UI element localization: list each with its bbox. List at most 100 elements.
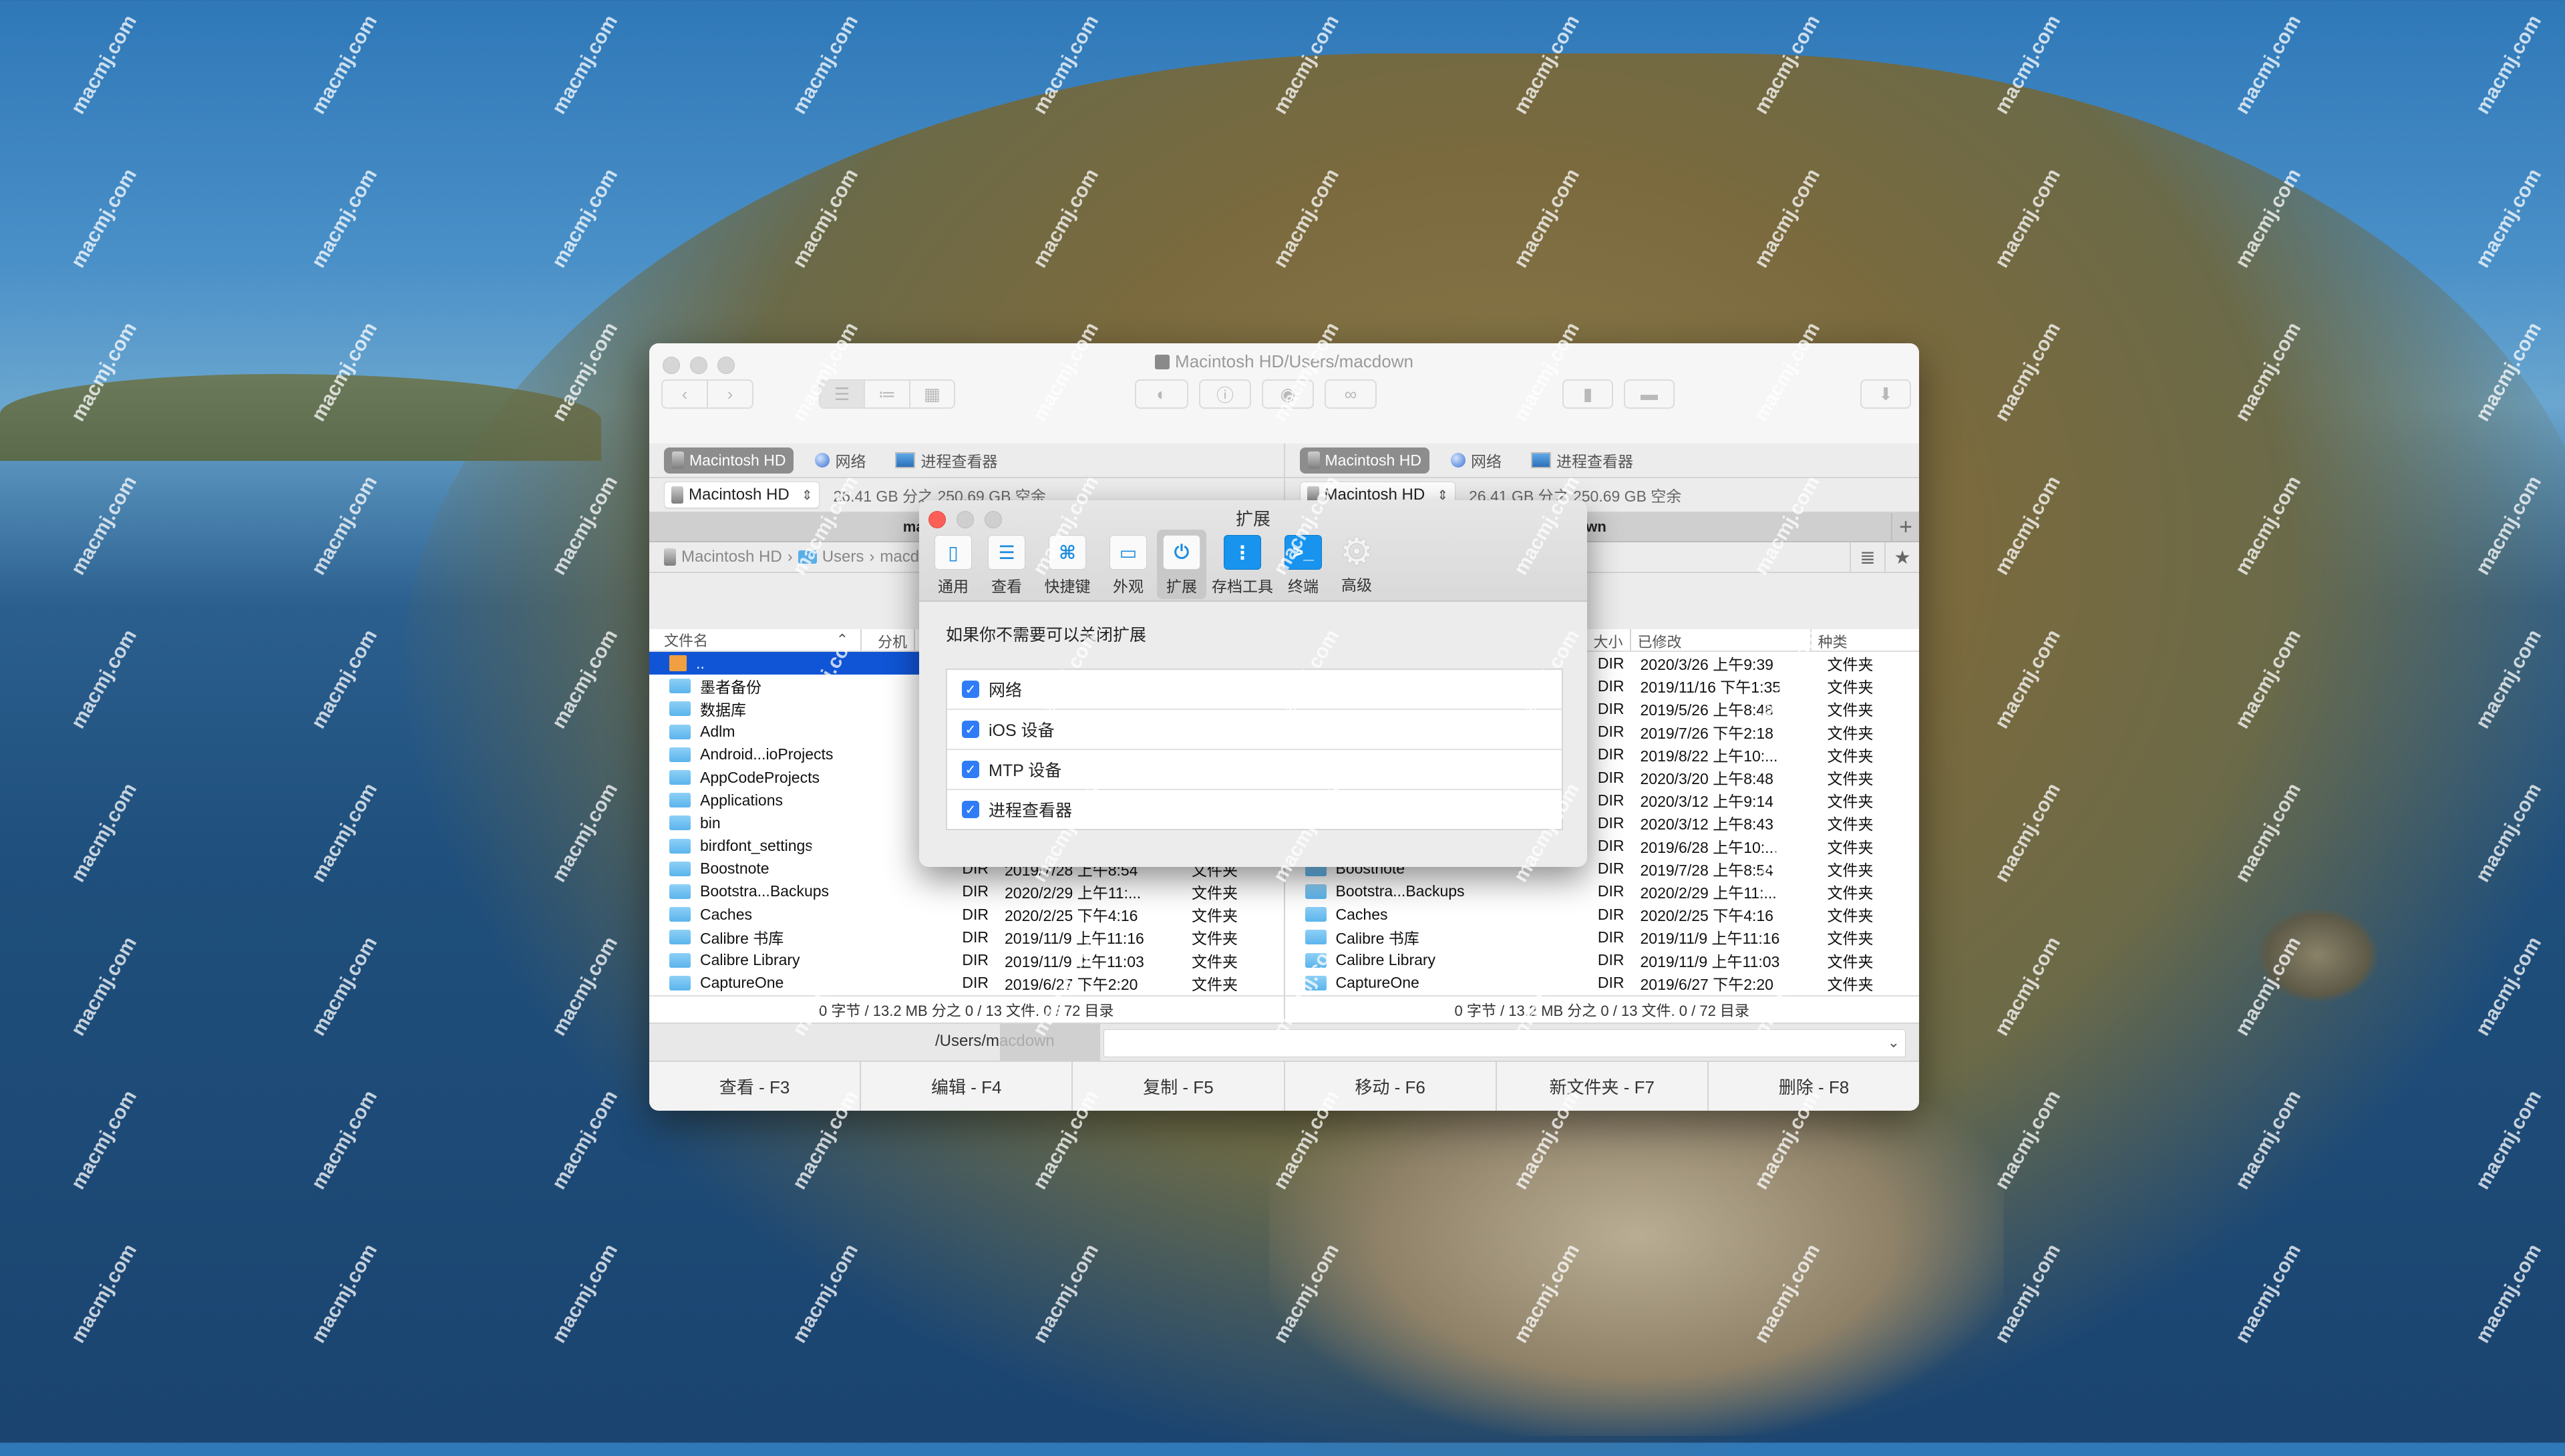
table-row[interactable]: Calibre Library DIR 2019/11/9 上午11:03 文件夹 [1285,948,1920,971]
extension-checkbox[interactable]: ✓ [962,761,979,778]
breadcrumb-item[interactable]: Users [822,548,864,566]
device-tab-process-viewer[interactable]: 进程查看器 [1523,445,1641,476]
table-row[interactable]: Bootstra...Backups DIR 2020/2/29 上午11:... 文… [649,880,1284,903]
command-input[interactable]: ⌄ [1103,1029,1906,1057]
info-button[interactable]: ⓘ [1199,379,1251,409]
device-tab-macintosh-hd[interactable]: Macintosh HD [664,447,794,474]
table-row[interactable]: Caches DIR 2020/2/25 下午4:16 文件夹 [649,903,1284,926]
file-kind: 文件夹 [1827,656,1874,674]
extension-checkbox[interactable]: ✓ [962,801,979,818]
file-kind: 文件夹 [1827,679,1874,697]
file-name: bin [700,813,721,832]
file-modified: 2019/7/26 下午2:18 [1640,724,1773,742]
folder-icon [669,793,691,808]
file-kind: 文件夹 [1827,701,1874,719]
detail-view-button[interactable]: ≔ [865,381,910,407]
file-kind: 文件夹 [1827,747,1874,765]
table-row[interactable]: Bootstra...Backups DIR 2020/2/29 上午11:... 文… [1285,880,1920,903]
file-modified: 2019/11/9 上午11:03 [1640,952,1780,970]
device-tab-macintosh-hd[interactable]: Macintosh HD [1299,447,1429,474]
favorites-button[interactable]: ★ [1884,542,1919,572]
download-button[interactable]: ⬇ [1860,379,1911,409]
file-kind: 文件夹 [1827,930,1874,948]
back-button[interactable]: ‹ [663,381,708,407]
watermark-text: macmj.com [788,11,863,118]
watermark-text: macmj.com [307,472,382,579]
new-folder-f7-button[interactable]: 新文件夹 - F7 [1497,1062,1709,1111]
forward-button[interactable]: › [708,381,752,407]
watermark-text: macmj.com [307,626,382,733]
pref-tab-extensions[interactable]: ⏻ 扩展 [1157,530,1206,599]
pref-tab-archive[interactable]: ⋮ 存档工具 [1210,530,1274,599]
list-view-button[interactable]: ☰ [820,381,866,407]
info-icon: ⓘ [1216,385,1234,405]
file-size: DIR [1597,928,1624,946]
pref-tab-label: 存档工具 [1212,578,1273,595]
network-share-button[interactable]: ▬ [1624,379,1675,409]
device-tab-network[interactable]: 网络 [1443,445,1510,476]
pref-tab-label: 通用 [938,578,969,595]
terminal-icon: >_ [1285,535,1322,570]
file-kind: 文件夹 [1192,907,1238,925]
copy-f5-button[interactable]: 复制 - F5 [1073,1062,1285,1111]
file-name: Bootstra...Backups [700,882,830,900]
breadcrumb-item[interactable]: Macintosh HD [681,548,782,566]
file-kind: 文件夹 [1827,907,1874,925]
column-modified[interactable]: 已修改 [1631,629,1812,651]
pref-tab-appearance[interactable]: ▭ 外观 [1103,530,1153,599]
move-f6-button[interactable]: 移动 - F6 [1285,1062,1497,1111]
file-name: 墨者备份 [700,679,761,697]
download-icon: ⬇ [1878,383,1893,404]
list-options-button[interactable]: ≣ [1850,542,1884,572]
view-f3-button[interactable]: 查看 - F3 [649,1062,862,1111]
edit-f4-button[interactable]: 编辑 - F4 [861,1062,1073,1111]
network-globe-icon [815,453,830,468]
archive-button[interactable]: ▮ [1562,379,1613,409]
delete-f8-button[interactable]: 删除 - F8 [1709,1062,1919,1111]
table-row[interactable]: Caches DIR 2020/2/25 下午4:16 文件夹 [1285,903,1920,926]
device-tab-network[interactable]: 网络 [807,445,874,476]
watermark-text: macmj.com [548,165,623,272]
table-row[interactable]: CaptureOne DIR 2019/6/27 下午2:20 文件夹 [1285,972,1920,994]
table-row[interactable]: CaptureOne DIR 2019/6/27 下午2:20 文件夹 [649,972,1284,994]
device-tabs: Macintosh HD 网络 进程查看器 [1285,443,1919,478]
pref-tab-view[interactable]: ☰ 查看 [982,530,1031,599]
title-bar: Macintosh HD/Users/macdown ‹ › ☰ ≔ ▦ ◐ ⓘ… [649,343,1919,445]
icon-view-button[interactable]: ▦ [910,381,954,407]
preferences-dialog: 扩展 ▯ 通用 ☰ 查看 ⌘ 快捷键 ▭ 外观 ⏻ 扩展 ⋮ 存档工具 >_ 终端 ⚙ 高级 如果你不需要可以… [919,500,1587,867]
column-kind[interactable]: 种类 [1812,629,1920,651]
lines-icon: ≣ [1860,546,1876,568]
file-kind: 文件夹 [1827,815,1874,834]
extension-checkbox[interactable]: ✓ [962,721,979,738]
watermark-text: macmj.com [2471,11,2546,118]
zip-icon: ▮ [1582,383,1593,404]
file-modified: 2019/6/28 上午10:... [1640,838,1778,856]
table-row[interactable]: Calibre 书库 DIR 2019/11/9 上午11:16 文件夹 [649,926,1284,948]
device-tabs: Macintosh HD 网络 进程查看器 [649,443,1284,478]
pref-tab-shortcut[interactable]: ⌘ 快捷键 [1035,530,1099,599]
file-name: Caches [1335,905,1388,923]
volume-select[interactable]: Macintosh HD ⇕ [664,482,820,508]
toggle-hidden-button[interactable]: ◐ [1135,379,1188,409]
file-modified: 2020/3/20 上午8:48 [1640,770,1773,788]
pref-tab-advanced-gear[interactable]: ⚙ 高级 [1332,530,1381,599]
find-button[interactable]: ∞ [1325,379,1377,409]
device-tab-process-viewer[interactable]: 进程查看器 [887,445,1005,476]
add-tab-button[interactable]: + [1891,513,1919,541]
column-ext[interactable]: 分机 [862,629,915,651]
table-row[interactable]: Calibre 书库 DIR 2019/11/9 上午11:16 文件夹 [1285,926,1920,948]
column-name[interactable]: 文件名 ⌃ [649,629,862,651]
grid-icon: ▦ [924,383,940,404]
file-kind: 文件夹 [1192,975,1238,993]
file-size: DIR [1597,951,1624,969]
quick-look-button[interactable]: ◉ [1262,379,1314,409]
pref-tab-general[interactable]: ▯ 通用 [928,530,978,599]
file-modified: 2020/2/25 下午4:16 [1640,907,1773,925]
file-size: DIR [962,951,989,969]
pref-tab-terminal[interactable]: >_ 终端 [1278,530,1328,599]
extension-item: ✓ 网络 [947,670,1562,710]
file-name: Calibre Library [700,951,800,969]
extension-checkbox[interactable]: ✓ [962,681,979,698]
table-row[interactable]: Calibre Library DIR 2019/11/9 上午11:03 文件夹 [649,948,1284,971]
chevron-down-icon[interactable]: ⌄ [1888,1034,1900,1051]
